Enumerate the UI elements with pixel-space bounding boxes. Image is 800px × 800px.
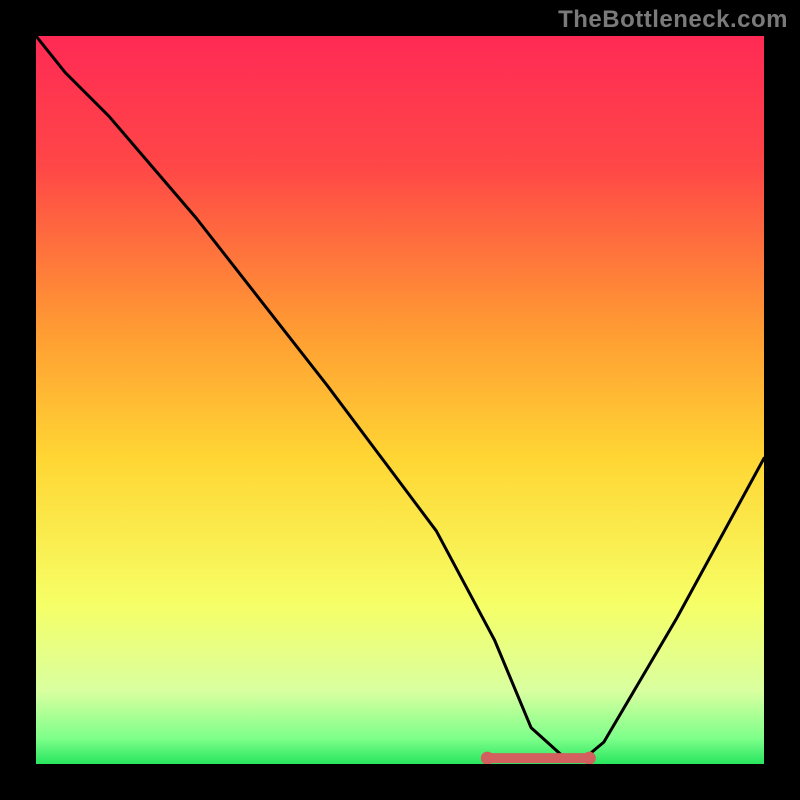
plot-inner (36, 36, 764, 764)
chart-svg (36, 36, 764, 764)
plot-area (36, 36, 764, 764)
watermark-text: TheBottleneck.com (558, 6, 788, 34)
chart-frame: TheBottleneck.com (0, 0, 800, 800)
optimal-band (481, 752, 596, 764)
